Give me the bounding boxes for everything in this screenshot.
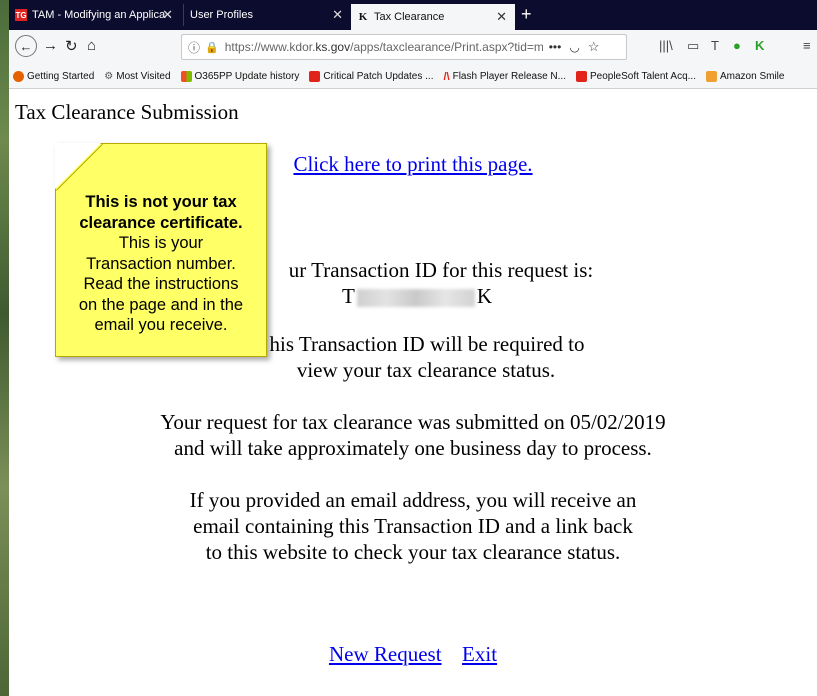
close-tab-icon[interactable]: ✕ (496, 9, 507, 25)
bookmark-item[interactable]: Getting Started (13, 70, 95, 82)
bookmark-label: PeopleSoft Talent Acq... (589, 70, 696, 82)
note-line: Read the instructions (83, 275, 239, 293)
submitted-line: and will take approximately one business… (174, 436, 652, 460)
bookmarks-toolbar: Getting Started ⚙ Most Visited O365PP Upd… (9, 64, 817, 89)
home-icon[interactable]: ⌂ (87, 37, 96, 54)
url-base: https://www.kdor. (224, 40, 316, 54)
bookmark-label: Most Visited (116, 70, 171, 82)
tab-label: Tax Clearance (374, 11, 445, 23)
bookmark-label: Flash Player Release N... (452, 70, 566, 82)
bookmark-label: Amazon Smile (720, 70, 785, 82)
tab-strip: TG TAM - Modifying an Applicant ✕ User P… (9, 0, 817, 30)
bookmark-item[interactable]: ⚙ Most Visited (104, 71, 170, 82)
url-bar[interactable]: ⓘ 🔒 https://www.kdor.ks.gov/apps/taxclea… (181, 34, 627, 60)
page-title: Tax Clearance Submission (15, 100, 239, 124)
microsoft-icon (180, 70, 192, 82)
back-arrow-icon[interactable]: ← (15, 35, 37, 57)
note-line: Transaction number. (86, 254, 236, 273)
close-tab-icon[interactable]: ✕ (332, 7, 343, 23)
tab-tax-clearance[interactable]: K Tax Clearance ✕ (351, 4, 515, 30)
sidebar-icon[interactable]: ▭ (687, 38, 699, 54)
note-text: This is not your tax clearance certifica… (56, 192, 266, 336)
bookmark-star-icon[interactable]: ☆ (588, 39, 600, 55)
email-line: email containing this Transaction ID and… (193, 514, 633, 538)
new-tab-icon[interactable]: + (521, 4, 532, 25)
oracle-icon (309, 70, 321, 82)
pocket-icon[interactable]: ◡ (569, 40, 579, 54)
txid-prefix: T (342, 284, 355, 308)
reload-icon[interactable]: ↻ (65, 37, 78, 55)
bookmark-item[interactable]: Amazon Smile (706, 70, 785, 82)
note-line: This is not your tax (85, 193, 237, 211)
amazon-icon (706, 70, 717, 82)
tam-favicon-icon: TG (15, 9, 27, 21)
note-line: This is your (118, 234, 204, 252)
browser-window: TG TAM - Modifying an Applicant ✕ User P… (9, 0, 817, 696)
adobe-icon: /\ (443, 70, 450, 83)
url-domain: ks.gov (315, 40, 351, 54)
footer-links: New Request Exit (9, 642, 817, 667)
redacted-id (356, 289, 475, 308)
note-line: email you receive. (94, 316, 228, 334)
print-page-link[interactable]: Click here to print this page. (293, 152, 532, 176)
page-actions-icon[interactable]: ••• (549, 40, 562, 54)
bookmark-item[interactable]: O365PP Update history (180, 70, 300, 82)
exit-link[interactable]: Exit (462, 642, 497, 666)
email-block: If you provided an email address, you wi… (9, 487, 817, 565)
extension-t-icon[interactable]: T (711, 38, 719, 53)
sticky-note-callout: This is not your tax clearance certifica… (55, 143, 267, 357)
bookmark-item[interactable]: Critical Patch Updates ... (309, 70, 434, 82)
bookmark-item[interactable]: PeopleSoft Talent Acq... (575, 70, 696, 82)
email-line: If you provided an email address, you wi… (189, 488, 637, 512)
txid-suffix: K (476, 284, 492, 308)
tab-tam[interactable]: TG TAM - Modifying an Applicant ✕ (9, 4, 181, 26)
extension-k-icon[interactable]: K (755, 38, 764, 53)
required-line: view your tax clearance status. (296, 358, 556, 382)
note-line: clearance certificate. (79, 213, 243, 232)
email-line: to this website to check your tax cleara… (205, 540, 621, 564)
submitted-line: Your request for tax clearance was submi… (160, 410, 666, 434)
library-icon[interactable]: |||\ (659, 38, 673, 53)
bookmark-label: Getting Started (27, 70, 95, 82)
close-tab-icon[interactable]: ✕ (162, 7, 173, 23)
new-request-link[interactable]: New Request (329, 642, 442, 666)
desktop-edge (0, 0, 9, 696)
forward-arrow-icon[interactable]: → (43, 37, 58, 54)
url-path: /apps/taxclearance/Print.aspx?tid=ma7yKf… (350, 40, 543, 54)
firefox-icon (13, 70, 24, 82)
menu-icon[interactable]: ≡ (803, 38, 811, 53)
oracle-icon (575, 70, 587, 82)
url-text[interactable]: https://www.kdor.ks.gov/apps/taxclearanc… (225, 40, 543, 54)
tab-user-profiles[interactable]: User Profiles ✕ (183, 4, 351, 26)
bookmark-label: Critical Patch Updates ... (323, 70, 434, 82)
note-line: on the page and in the (78, 295, 244, 314)
tab-label: TAM - Modifying an Applicant (32, 9, 166, 21)
navigation-bar: ← → ↻ ⌂ ⓘ 🔒 https://www.kdor.ks.gov/apps… (9, 30, 817, 64)
bookmark-item[interactable]: /\ Flash Player Release N... (443, 70, 566, 83)
lock-icon[interactable]: 🔒 (205, 41, 219, 54)
note-fold (55, 143, 101, 189)
gear-icon: ⚙ (104, 70, 114, 82)
extension-green-icon[interactable]: ● (733, 38, 741, 53)
bookmark-label: O365PP Update history (194, 70, 300, 82)
kdor-favicon-icon: K (358, 11, 368, 23)
info-icon[interactable]: ⓘ (188, 39, 200, 56)
tab-label: User Profiles (190, 9, 253, 21)
submitted-block: Your request for tax clearance was submi… (9, 409, 817, 461)
